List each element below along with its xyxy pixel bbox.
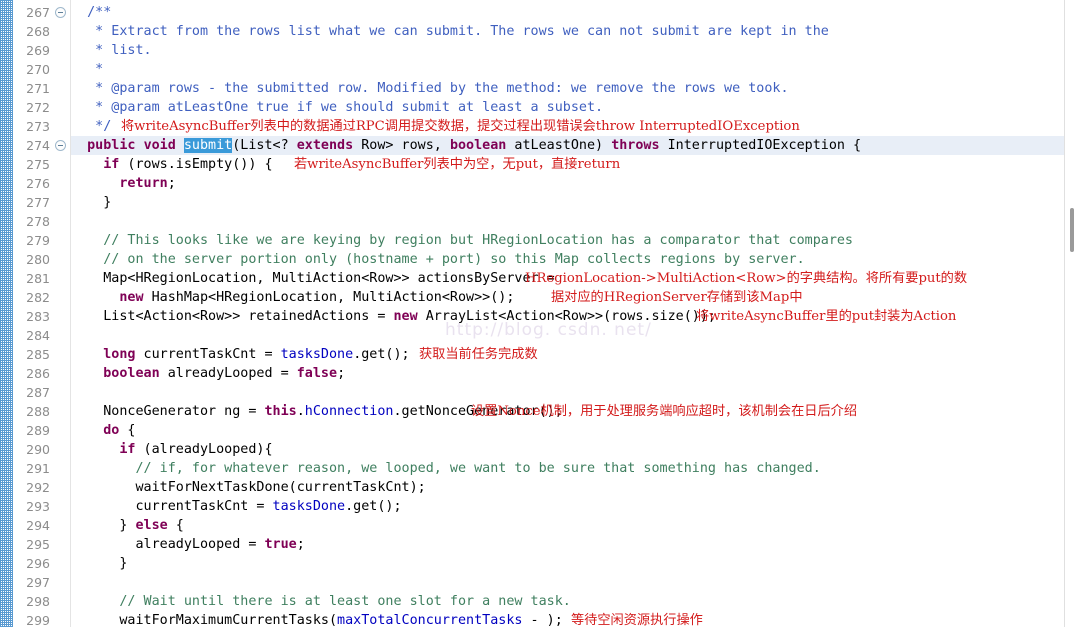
code-line[interactable]: } else { [71, 516, 184, 535]
code-line[interactable]: } [71, 554, 127, 573]
code-line[interactable]: boolean alreadyLooped = false; [71, 364, 345, 383]
code-line[interactable]: * [71, 60, 103, 79]
code-line[interactable]: new HashMap<HRegionLocation, MultiAction… [71, 288, 514, 307]
code-line[interactable]: // Wait until there is at least one slot… [71, 592, 570, 611]
code-line[interactable]: * list. [71, 41, 151, 60]
code-line[interactable]: return; [71, 174, 175, 193]
line-number: 280 [26, 252, 50, 267]
code-line[interactable]: */ [71, 117, 111, 136]
line-number: 271 [26, 81, 50, 96]
code-line[interactable]: * @param atLeastOne true if we should su… [71, 98, 603, 117]
line-number: 292 [26, 480, 50, 495]
code-line[interactable]: if (rows.isEmpty()) { [71, 155, 272, 174]
line-number: 270 [26, 62, 50, 77]
code-annotation: 获取当前任务完成数 [419, 347, 538, 362]
line-number-gutter: 267 268 269 270 271 272 273 274 275 276 277 278 279 2… [13, 0, 70, 628]
line-number: 283 [26, 309, 50, 324]
annotation-overview-ruler[interactable] [0, 0, 13, 627]
line-number: 299 [26, 613, 50, 628]
code-annotation: HRegionLocation->MultiAction<Row>的字典结构。将… [525, 271, 968, 286]
code-editor[interactable]: 267 268 269 270 271 272 273 274 275 276 277 278 279 2… [0, 0, 1079, 628]
line-number: 282 [26, 290, 50, 305]
line-number: 278 [26, 214, 50, 229]
line-number: 284 [26, 328, 50, 343]
line-number: 287 [26, 385, 50, 400]
code-line[interactable]: /** [71, 3, 111, 22]
line-number: 289 [26, 423, 50, 438]
code-line[interactable]: do { [71, 421, 135, 440]
code-line[interactable]: currentTaskCnt = tasksDone.get(); [71, 497, 401, 516]
line-number: 281 [26, 271, 50, 286]
code-line[interactable]: * Extract from the rows list what we can… [71, 22, 829, 41]
code-line[interactable]: List<Action<Row>> retainedActions = new … [71, 307, 716, 326]
line-number: 285 [26, 347, 50, 362]
code-line[interactable]: long currentTaskCnt = tasksDone.get(); [71, 345, 409, 364]
line-number: 290 [26, 442, 50, 457]
code-annotation: 据对应的HRegionServer存储到该Map中 [551, 290, 803, 305]
code-annotation: 设置Nonce机制，用于处理服务端响应超时，该机制会在日后介绍 [471, 404, 858, 419]
fold-collapse-icon[interactable] [55, 140, 66, 151]
line-number: 295 [26, 537, 50, 552]
code-line[interactable]: Map<HRegionLocation, MultiAction<Row>> a… [71, 269, 554, 288]
code-line[interactable]: if (alreadyLooped){ [71, 440, 272, 459]
line-number: 288 [26, 404, 50, 419]
line-number: 277 [26, 195, 50, 210]
line-number: 267 [26, 5, 50, 20]
vertical-scrollbar[interactable] [1065, 0, 1079, 627]
code-annotation: 等待空闲资源执行操作 [571, 613, 703, 627]
line-number: 269 [26, 43, 50, 58]
scrollbar-thumb[interactable] [1070, 208, 1074, 252]
code-line[interactable]: public void submit(List<? extends Row> r… [71, 136, 861, 155]
line-number: 293 [26, 499, 50, 514]
line-number: 296 [26, 556, 50, 571]
line-number: 297 [26, 575, 50, 590]
line-number: 275 [26, 157, 50, 172]
line-number: 279 [26, 233, 50, 248]
code-line[interactable]: * @param rows - the submitted row. Modif… [71, 79, 788, 98]
line-number: 274 [26, 138, 50, 153]
line-number: 291 [26, 461, 50, 476]
line-number: 273 [26, 119, 50, 134]
code-line[interactable]: // This looks like we are keying by regi… [71, 231, 853, 250]
fold-collapse-icon[interactable] [55, 7, 66, 18]
code-annotation: 若writeAsyncBuffer列表中为空，无put，直接return [294, 157, 621, 172]
code-line[interactable]: } [71, 193, 111, 212]
code-line[interactable]: waitForMaximumCurrentTasks(maxTotalConcu… [71, 611, 562, 627]
line-number: 286 [26, 366, 50, 381]
code-surface[interactable]: /** * Extract from the rows list what we… [71, 0, 1079, 627]
code-line[interactable]: alreadyLooped = true; [71, 535, 304, 554]
code-line[interactable]: // on the server portion only (hostname … [71, 250, 804, 269]
code-annotation: 将writeAsyncBuffer列表中的数据通过RPC调用提交数据，提交过程出… [121, 119, 800, 134]
line-number: 294 [26, 518, 50, 533]
code-line[interactable]: waitForNextTaskDone(currentTaskCnt); [71, 478, 425, 497]
line-number: 268 [26, 24, 50, 39]
line-number: 272 [26, 100, 50, 115]
line-number: 298 [26, 594, 50, 609]
code-line[interactable]: // if, for whatever reason, we looped, w… [71, 459, 820, 478]
code-annotation: 将writeAsyncBuffer里的put封装为Action [696, 309, 957, 324]
line-number: 276 [26, 176, 50, 191]
